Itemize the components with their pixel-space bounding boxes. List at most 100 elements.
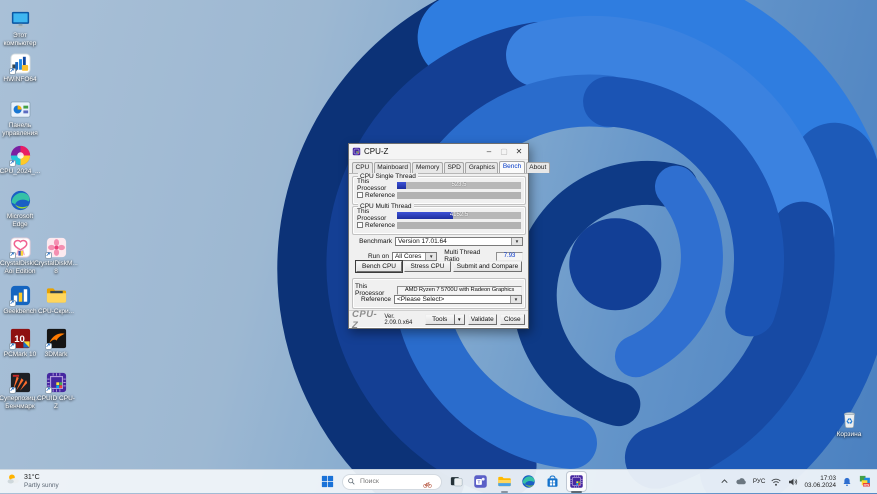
close-window-button[interactable]: Close <box>499 314 525 325</box>
volume-icon[interactable] <box>787 476 799 488</box>
this-processor-label: This Processor <box>357 208 387 222</box>
taskbar: 31°C Partly sunny T <box>0 469 877 493</box>
weather-temp: 31°C <box>24 474 40 481</box>
multi-thread-score-bar: 4152.5 <box>397 211 521 219</box>
clock[interactable]: 17:03 03.06.2024 <box>804 475 836 489</box>
desktop-icon[interactable]: 3DMark <box>37 327 75 359</box>
desktop-icon[interactable]: ♻ Корзина <box>830 407 868 439</box>
desktop-icon[interactable]: CPUID CPU-Z <box>37 371 75 410</box>
weather-condition: Partly sunny <box>24 482 59 489</box>
desktop-icon-label: CPU-Скри... <box>37 308 75 315</box>
version-text: Ver. 2.09.0.x64 <box>384 313 413 326</box>
taskbar-app[interactable] <box>495 472 514 493</box>
taskbar-app[interactable] <box>567 472 586 493</box>
desktop-icon[interactable]: CrystalDiskM... 8 <box>34 236 78 275</box>
search-input[interactable] <box>358 477 408 486</box>
window-footer: CPU-Z Ver. 2.09.0.x64 Tools ▼ Validate C… <box>349 309 528 331</box>
run-on-select[interactable]: All Cores ▼ <box>391 251 438 261</box>
notification-bell-icon[interactable] <box>841 476 853 488</box>
desktop-icon-label: Панель управления <box>2 122 38 137</box>
taskbar-app[interactable] <box>519 472 538 491</box>
single-reference-bar <box>397 191 521 199</box>
desktop-icon-label: CPU_2024_... <box>0 168 41 175</box>
window-title: CPU-Z <box>364 147 389 156</box>
desktop-icon[interactable]: Этот компьютер <box>1 8 39 47</box>
processor-group: This Processor AMD Ryzen 7 5700U with Ra… <box>352 278 526 309</box>
weather-widget[interactable]: 31°C Partly sunny <box>6 472 59 492</box>
stress-cpu-button[interactable]: Stress CPU <box>404 261 451 272</box>
run-on-label: Run on <box>367 252 389 260</box>
cpuz-app-icon <box>352 147 361 156</box>
edge-icon <box>9 189 32 212</box>
desktop-icon-label: Этот компьютер <box>3 32 37 47</box>
validate-button[interactable]: Validate <box>467 314 497 325</box>
bench-cpu-button[interactable]: Bench CPU <box>356 261 402 272</box>
desktop-icon[interactable]: 10 PCMark 10 <box>1 327 39 359</box>
single-thread-score: 523.5 <box>451 181 467 188</box>
partly-sunny-icon <box>6 472 21 492</box>
chevron-down-icon: ▼ <box>510 296 521 303</box>
task-view-icon <box>449 474 464 489</box>
wifi-icon[interactable] <box>770 476 782 488</box>
svg-text:♻: ♻ <box>845 417 852 426</box>
desktop-icon[interactable]: Microsoft Edge <box>1 189 39 228</box>
benchmark-version-value: Version 17.01.64 <box>398 238 447 245</box>
taskbar-app[interactable] <box>543 472 562 491</box>
desktop-icon[interactable]: Geekbench <box>1 284 39 316</box>
recycle-bin-icon: ♻ <box>838 407 861 430</box>
crystaldiskinfo-icon <box>8 236 32 259</box>
svg-text:FPS: FPS <box>864 483 870 487</box>
crystaldiskmark-icon <box>44 236 68 259</box>
svg-text:T: T <box>478 479 481 484</box>
multi-thread-group: CPU Multi Thread This Processor 4152.5 R… <box>352 202 526 235</box>
chevron-down-icon: ▼ <box>511 238 522 245</box>
reference-select[interactable]: <Please Select> ▼ <box>394 295 522 304</box>
tray-chevron-up-icon[interactable] <box>719 476 730 487</box>
tab[interactable]: About <box>525 162 550 173</box>
cpuz-window: CPU-Z – ▢ ✕ CPU Mainboard Memory SPD Graphic… <box>348 143 550 331</box>
store-icon <box>545 474 560 489</box>
desktop-icon-label: CPUID CPU-Z <box>37 395 75 410</box>
minimize-button[interactable]: – <box>483 145 495 159</box>
reference-label: Reference <box>365 191 395 199</box>
taskbar-app[interactable]: T <box>471 472 490 491</box>
close-button[interactable]: ✕ <box>513 145 525 159</box>
desktop-icon-label: PCMark 10 <box>3 351 37 358</box>
search-box[interactable] <box>342 473 442 490</box>
clock-time: 17:03 <box>820 474 836 482</box>
swirl-image-icon <box>8 144 32 167</box>
hwinfo-icon <box>8 52 32 75</box>
start-button[interactable] <box>318 472 337 491</box>
desktop-icon[interactable]: Панель управления <box>1 98 39 137</box>
desktop-icon-label: Суперпозиц... Бенчмарк <box>0 395 41 410</box>
submit-and-compare-button[interactable]: Submit and Compare <box>453 261 522 272</box>
single-reference-checkbox[interactable] <box>357 192 363 198</box>
multi-reference-bar <box>397 221 521 229</box>
desktop-icon-label: Geekbench <box>3 308 37 315</box>
cloud-icon[interactable] <box>735 475 748 488</box>
tools-dropdown-arrow[interactable]: ▼ <box>454 314 465 325</box>
this-pc-icon <box>9 8 32 31</box>
desktop-icon[interactable]: HWiNFO64 <box>1 52 39 84</box>
benchmark-label: Benchmark <box>359 238 392 245</box>
desktop-icon[interactable]: CPU_2024_... <box>0 144 41 176</box>
benchmark-version-select[interactable]: Version 17.01.64 ▼ <box>395 237 523 246</box>
bicycle-graphic-icon <box>423 476 437 488</box>
pcmark-icon: 10 <box>8 327 32 350</box>
cpuz-icon <box>569 474 584 489</box>
desktop-icon-label: CrystalDiskM... 8 <box>34 260 78 275</box>
multi-reference-checkbox[interactable] <box>357 222 363 228</box>
tab[interactable]: Bench <box>499 161 525 173</box>
bench-panel: CPU Single Thread This Processor 523.5 R… <box>349 172 528 331</box>
tools-button[interactable]: Tools <box>424 314 455 325</box>
svg-text:10: 10 <box>14 334 25 345</box>
desktop-icon[interactable]: CPU-Скри... <box>37 284 75 316</box>
taskbar-app[interactable] <box>447 472 466 491</box>
desktop-icon[interactable]: Суперпозиц... Бенчмарк <box>0 371 41 410</box>
maximize-button[interactable]: ▢ <box>498 145 510 159</box>
reference-select-label: Reference <box>361 296 391 303</box>
cpuz-titlebar[interactable]: CPU-Z – ▢ ✕ <box>349 144 528 160</box>
fps-monitor-tray-icon[interactable]: FPS <box>858 474 873 489</box>
chevron-down-icon: ▼ <box>425 252 437 260</box>
language-indicator[interactable]: РУС <box>753 478 766 485</box>
